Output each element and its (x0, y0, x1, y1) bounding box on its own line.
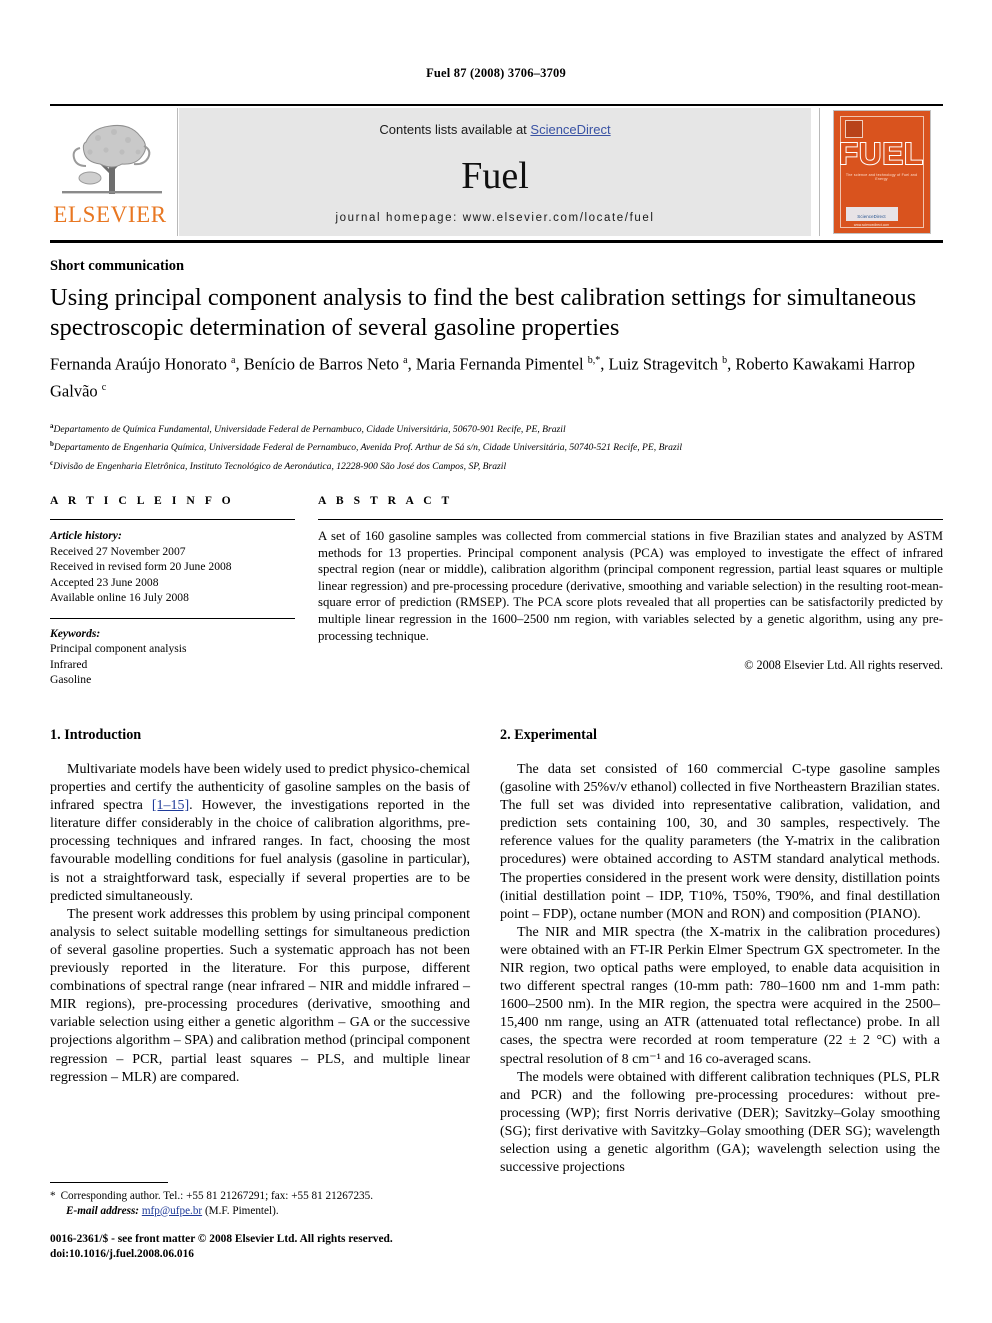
keywords-divider (50, 617, 295, 619)
fuel-cover-image: FUEL The science and technology of Fuel … (833, 111, 930, 233)
issn-copyright-line: 0016-2361/$ - see front matter © 2008 El… (50, 1233, 393, 1245)
journal-homepage[interactable]: journal homepage: www.elsevier.com/locat… (179, 212, 811, 224)
elsevier-tree-icon (62, 125, 162, 194)
footnote-text: Corresponding author. Tel.: +55 81 21267… (60, 1190, 374, 1202)
intro-p1-post: . However, the investigations reported i… (50, 798, 470, 904)
abstract-text: A set of 160 gasoline samples was collec… (318, 529, 943, 643)
intro-paragraph-2: The present work addresses this problem … (50, 906, 470, 1085)
footnote-rule (50, 1182, 168, 1183)
cover-sciencedirect-label: ScienceDirect (857, 214, 886, 219)
paper-page: Fuel 87 (2008) 3706–3709 ELSEVIER Conten… (0, 0, 992, 1323)
cover-sciencedirect-url: www.sciencedirect.com (853, 223, 890, 227)
experimental-paragraph-2: The NIR and MIR spectra (the X-matrix in… (500, 924, 940, 1067)
sciencedirect-link[interactable]: ScienceDirect (530, 122, 610, 137)
history-accepted: Accepted 23 June 2008 (50, 575, 159, 589)
affiliation-text-c: Divisão de Engenharia Eletrônica, Instit… (53, 461, 507, 473)
experimental-paragraph-3: The models were obtained with different … (500, 1069, 940, 1176)
history-received: Received 27 November 2007 (50, 544, 186, 558)
history-revised: Received in revised form 20 June 2008 (50, 560, 232, 573)
citation-1-15[interactable]: [1–15] (152, 798, 189, 813)
affiliation-c: cDivisão de Engenharia Eletrônica, Insti… (50, 456, 940, 474)
article-history-label: Article history: (50, 529, 122, 542)
elsevier-wordmark: ELSEVIER (53, 202, 167, 227)
journal-masthead: ELSEVIER Contents lists available at Sci… (50, 106, 943, 238)
affiliation-text-b: Departamento de Engenharia Química, Univ… (53, 442, 683, 454)
footnote-marker: * (50, 1190, 56, 1202)
doi-line: doi:10.1016/j.fuel.2008.06.016 (50, 1247, 194, 1260)
imprint-block: 0016-2361/$ - see front matter © 2008 El… (50, 1232, 520, 1261)
running-head: Fuel 87 (2008) 3706–3709 (426, 66, 566, 80)
body-column-right: 2. Experimental The data set consisted o… (500, 727, 940, 1177)
corresponding-author-footnote: * Corresponding author. Tel.: +55 81 2126… (50, 1189, 470, 1218)
elsevier-logo: ELSEVIER (50, 108, 178, 236)
keyword-2: Infrared (50, 657, 88, 671)
cover-subtitle: The science and technology of Fuel and E… (845, 173, 918, 181)
affiliation-list: aDepartamento de Química Fundamental, Un… (50, 419, 940, 474)
corresponding-email-link[interactable]: mfp@ufpe.br (142, 1205, 202, 1217)
contents-prefix: Contents lists available at (379, 122, 531, 137)
article-info-heading: A R T I C L E I N F O (50, 494, 235, 507)
email-address-label: E-mail address: (66, 1204, 140, 1217)
keyword-3: Gasoline (50, 673, 92, 686)
article-info-divider (50, 519, 295, 520)
cover-title: FUEL (838, 136, 924, 172)
experimental-paragraph-1: The data set consisted of 160 commercial… (500, 762, 940, 922)
journal-title: Fuel (461, 155, 529, 197)
abstract-copyright: © 2008 Elsevier Ltd. All rights reserved… (744, 658, 943, 673)
author-list: Fernanda Araújo Honorato a, Benício de B… (50, 354, 915, 401)
masthead-rule-bottom (50, 240, 943, 243)
contents-available-line: Contents lists available at ScienceDirec… (179, 122, 811, 137)
journal-cover-thumbnail: FUEL The science and technology of Fuel … (819, 108, 943, 236)
intro-paragraph-1: Multivariate models have been widely use… (50, 761, 470, 906)
affiliation-b: bDepartamento de Engenharia Química, Uni… (50, 437, 940, 455)
section-heading-experimental: 2. Experimental (500, 727, 597, 743)
email-owner: (M.F. Pimentel). (204, 1204, 279, 1217)
history-online: Available online 16 July 2008 (50, 591, 189, 604)
page-title: Using principal component analysis to fi… (50, 284, 917, 341)
affiliation-a: aDepartamento de Química Fundamental, Un… (50, 419, 940, 437)
abstract-heading: A B S T R A C T (318, 494, 453, 507)
keywords-label: Keywords: (50, 626, 101, 640)
section-heading-introduction: 1. Introduction (50, 727, 142, 743)
abstract-divider (318, 519, 943, 520)
abstract-block: A B S T R A C T A set of 160 gasoline sa… (318, 494, 943, 673)
affiliation-text-a: Departamento de Química Fundamental, Uni… (53, 424, 566, 436)
keyword-1: Principal component analysis (50, 642, 187, 655)
journal-band: Contents lists available at ScienceDirec… (179, 108, 811, 236)
body-column-left: 1. Introduction Multivariate models have… (50, 727, 470, 1087)
article-info-block: A R T I C L E I N F O Article history: R… (50, 494, 295, 688)
article-type: Short communication (50, 258, 185, 274)
